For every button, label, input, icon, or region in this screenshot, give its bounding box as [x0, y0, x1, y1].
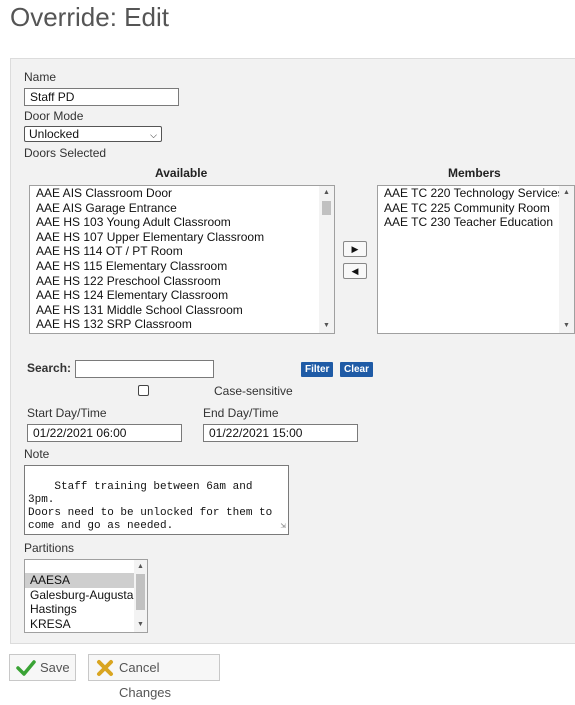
search-input[interactable]	[75, 360, 214, 378]
scroll-up-icon[interactable]: ▲	[319, 186, 334, 200]
available-doors-list[interactable]: AAE AIS Classroom Door AAE AIS Garage En…	[29, 185, 335, 334]
search-label: Search:	[27, 361, 72, 375]
cancel-changes-label: Cancel Changes	[119, 660, 172, 700]
start-datetime-label: Start Day/Time	[27, 406, 107, 420]
override-form-panel: Name Staff PD Door Mode Unlocked ⌵ Doors…	[10, 58, 575, 644]
case-sensitive-checkbox[interactable]	[138, 385, 149, 396]
x-icon	[97, 660, 113, 676]
list-item[interactable]: AAE TC 230 Teacher Education	[378, 215, 574, 230]
end-datetime-input[interactable]: 01/22/2021 15:00	[203, 424, 358, 442]
members-scrollbar[interactable]: ▲ ▼	[559, 186, 574, 333]
note-label: Note	[24, 447, 50, 461]
scroll-up-icon[interactable]: ▲	[134, 560, 147, 574]
arrow-left-icon: ◀	[351, 266, 359, 276]
list-item[interactable]: AAE HS 124 Elementary Classroom	[30, 288, 334, 303]
move-right-button[interactable]: ▶	[343, 241, 367, 257]
scroll-down-icon[interactable]: ▼	[559, 319, 574, 333]
list-item[interactable]: AAE HS 107 Upper Elementary Classroom	[30, 230, 334, 245]
move-left-button[interactable]: ◀	[343, 263, 367, 279]
list-item[interactable]: Hastings	[25, 602, 147, 617]
name-input[interactable]: Staff PD	[24, 88, 179, 106]
page-title: Override: Edit	[10, 2, 169, 32]
chevron-down-icon: ⌵	[150, 130, 157, 140]
door-mode-select[interactable]: Unlocked ⌵	[24, 126, 162, 142]
list-item[interactable]: AAE TC 220 Technology Services	[378, 186, 574, 201]
scroll-thumb[interactable]	[322, 201, 331, 215]
list-item[interactable]: Galesburg-Augusta	[25, 588, 147, 603]
available-scrollbar[interactable]: ▲ ▼	[319, 186, 334, 333]
partitions-label: Partitions	[24, 541, 75, 555]
list-item[interactable]: KRESA	[25, 617, 147, 632]
end-datetime-label: End Day/Time	[203, 406, 279, 420]
member-doors-list[interactable]: AAE TC 220 Technology Services AAE TC 22…	[377, 185, 575, 334]
checkmark-icon	[16, 660, 36, 676]
save-label: Save	[40, 660, 70, 675]
list-item[interactable]: AAE HS 114 OT / PT Room	[30, 244, 334, 259]
scroll-down-icon[interactable]: ▼	[134, 618, 147, 632]
save-button[interactable]: Save	[9, 654, 76, 681]
filter-button[interactable]: Filter	[301, 362, 334, 377]
list-item[interactable]: AAE AIS Garage Entrance	[30, 201, 334, 216]
door-mode-label: Door Mode	[24, 109, 84, 123]
list-item[interactable]: AAE HS 122 Preschool Classroom	[30, 274, 334, 289]
partitions-list[interactable]: AAESA Galesburg-Augusta Hastings KRESA ▲…	[24, 559, 148, 633]
note-textarea[interactable]: Staff training between 6am and 3pm. Door…	[24, 465, 289, 535]
case-sensitive-label: Case-sensitive	[214, 384, 293, 398]
list-item[interactable]: AAESA	[25, 573, 147, 588]
list-item[interactable]: AAE HS 132 SRP Classroom	[30, 317, 334, 332]
available-header: Available	[155, 166, 208, 180]
name-label: Name	[24, 70, 57, 84]
cancel-changes-button[interactable]: Cancel Changes	[88, 654, 220, 700]
list-item[interactable]: AAE TC 225 Community Room	[378, 201, 574, 216]
resize-grip-icon[interactable]: ⇲	[281, 520, 286, 533]
list-item[interactable]: AAE HS 115 Elementary Classroom	[30, 259, 334, 274]
door-mode-value: Unlocked	[29, 127, 80, 141]
scroll-down-icon[interactable]: ▼	[319, 319, 334, 333]
list-item[interactable]: AAE HS 103 Young Adult Classroom	[30, 215, 334, 230]
scroll-up-icon[interactable]: ▲	[559, 186, 574, 200]
start-datetime-input[interactable]: 01/22/2021 06:00	[27, 424, 182, 442]
clear-button[interactable]: Clear	[340, 362, 374, 377]
partitions-scrollbar[interactable]: ▲ ▼	[134, 560, 147, 632]
members-header: Members	[448, 166, 501, 180]
list-item[interactable]: AAE AIS Classroom Door	[30, 186, 334, 201]
list-item[interactable]: AAE HS 131 Middle School Classroom	[30, 303, 334, 318]
note-text: Staff training between 6am and 3pm. Door…	[28, 481, 273, 532]
doors-selected-label: Doors Selected	[24, 146, 107, 160]
arrow-right-icon: ▶	[351, 244, 359, 254]
scroll-thumb[interactable]	[136, 574, 145, 610]
